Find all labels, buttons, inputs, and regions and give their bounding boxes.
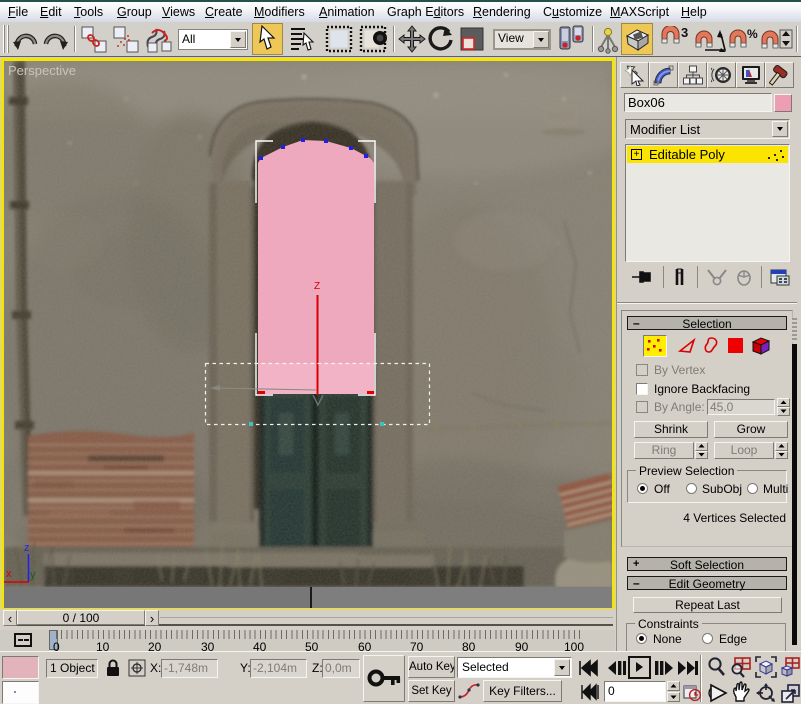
svg-text:x: x — [6, 568, 12, 580]
svg-text:%: % — [747, 27, 758, 41]
svg-text:Z: Z — [314, 281, 320, 292]
svg-text:y: y — [30, 569, 36, 581]
svg-text:3: 3 — [681, 26, 688, 40]
svg-text:z: z — [24, 542, 30, 554]
